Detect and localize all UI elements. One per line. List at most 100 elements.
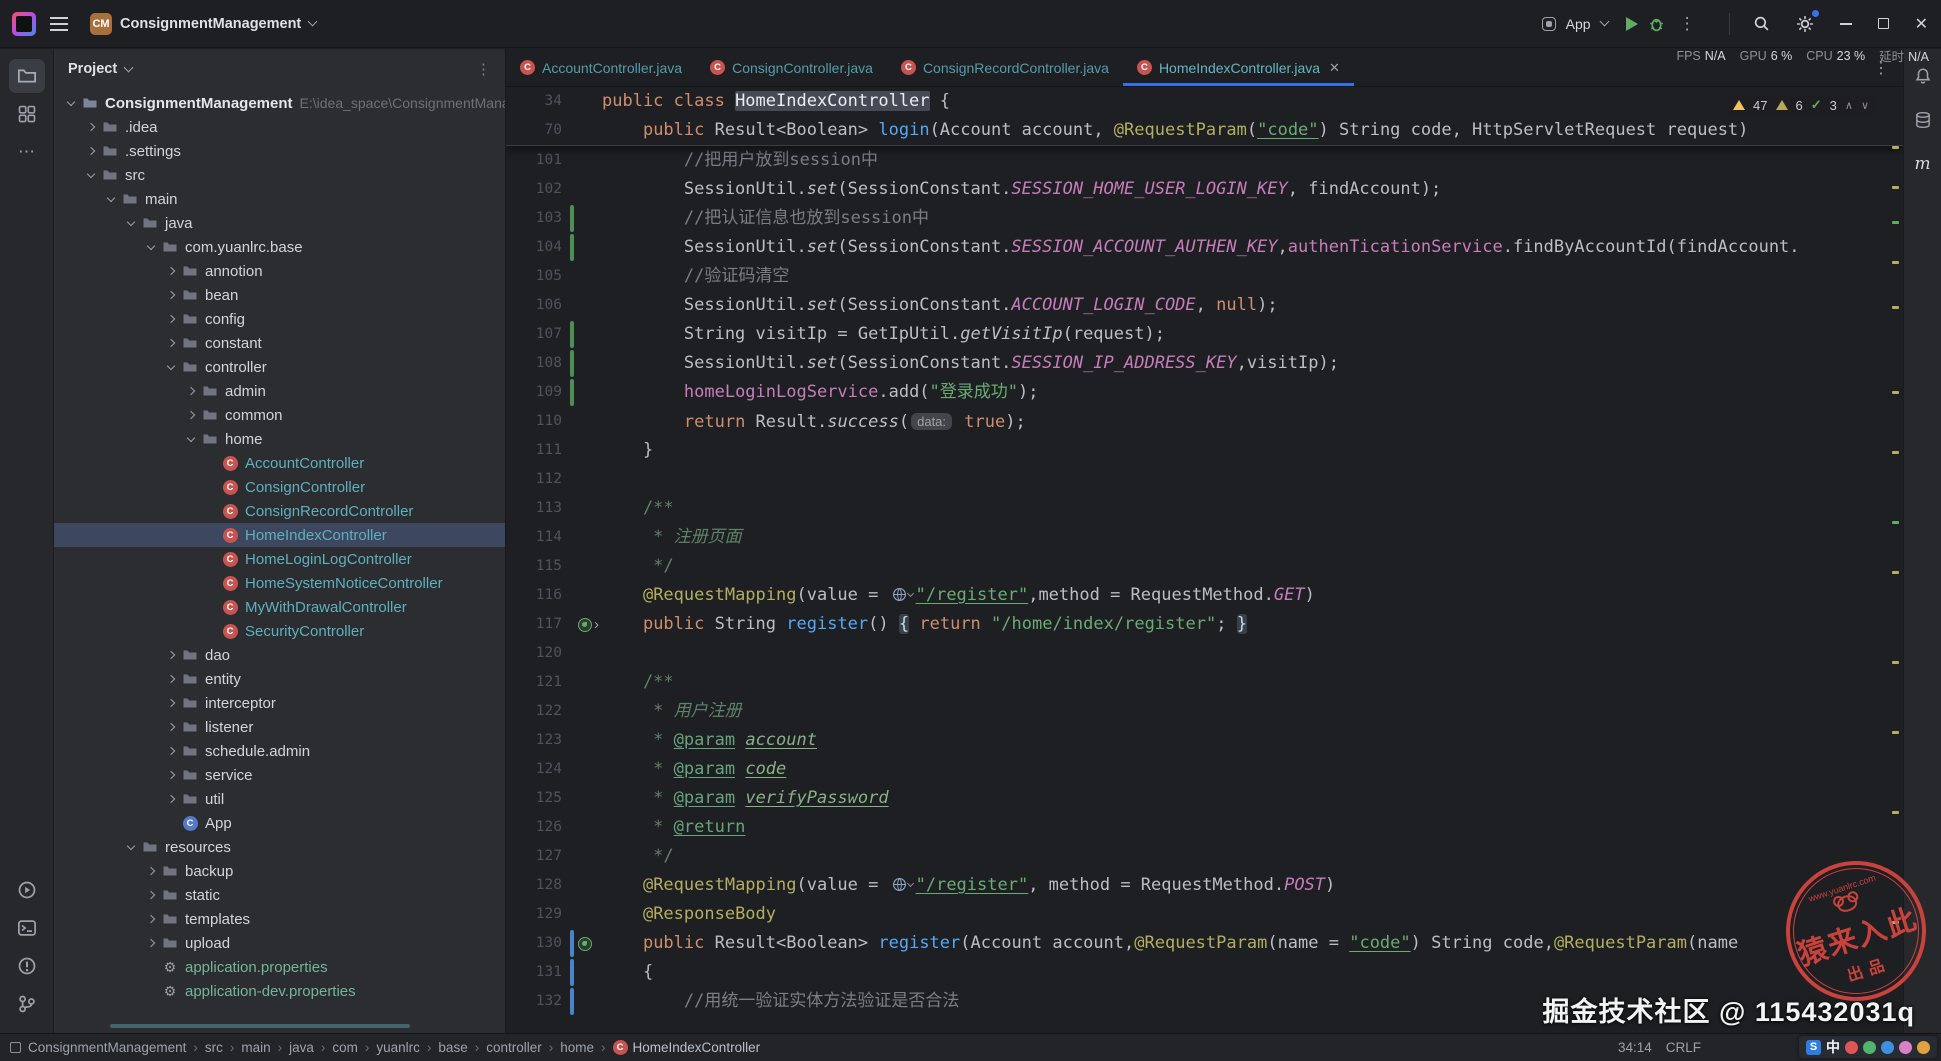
chevron-down-icon[interactable]: [122, 217, 140, 226]
project-icon[interactable]: [8, 59, 45, 93]
tree-item-controller[interactable]: controller: [54, 355, 505, 379]
chevron-down-icon[interactable]: [182, 433, 200, 442]
more-icon[interactable]: ⋯: [9, 135, 45, 169]
code-line-131[interactable]: 131 {: [506, 958, 1903, 987]
tree-item-src[interactable]: src: [54, 163, 505, 187]
tab-HomeIndexController.java[interactable]: C HomeIndexController.java ✕: [1122, 49, 1354, 86]
tree-item-home[interactable]: home: [54, 427, 505, 451]
code-line-102[interactable]: 102 SessionUtil.set(SessionConstant.SESS…: [506, 175, 1903, 204]
tab-close-icon[interactable]: ✕: [1329, 60, 1340, 76]
input-method-bar[interactable]: S 中: [1799, 1036, 1937, 1058]
line-separator-widget[interactable]: CRLF: [1666, 1040, 1701, 1055]
change-marker[interactable]: [570, 379, 574, 406]
spring-bean-icon[interactable]: [578, 936, 592, 951]
code-line-122[interactable]: 122 * 用户注册: [506, 697, 1903, 726]
tree-item-backup[interactable]: backup: [54, 859, 505, 883]
ime-tool-icon[interactable]: [1845, 1040, 1858, 1054]
next-issue-icon[interactable]: ∨: [1861, 99, 1869, 112]
settings-gear-icon[interactable]: [1783, 0, 1827, 48]
change-marker[interactable]: [570, 205, 574, 232]
chevron-right-icon[interactable]: [162, 314, 180, 324]
tree-item-HomeLoginLogController[interactable]: C HomeLoginLogController: [54, 547, 505, 571]
chevron-right-icon[interactable]: [142, 890, 160, 900]
code-line-120[interactable]: 120: [506, 639, 1903, 668]
change-marker[interactable]: [570, 350, 574, 377]
chevron-right-icon[interactable]: [162, 290, 180, 300]
breadcrumb-item[interactable]: java: [289, 1040, 314, 1055]
minimize-button[interactable]: [1827, 0, 1865, 48]
search-everywhere-button[interactable]: [1740, 0, 1783, 48]
tree-horizontal-scrollbar[interactable]: [110, 1024, 410, 1028]
chevron-right-icon[interactable]: [142, 938, 160, 948]
tree-item-interceptor[interactable]: interceptor: [54, 691, 505, 715]
breadcrumb-item[interactable]: home: [560, 1040, 594, 1055]
debug-button[interactable]: [1648, 15, 1665, 32]
run-button[interactable]: [1625, 16, 1638, 31]
chevron-right-icon[interactable]: [162, 698, 180, 708]
tree-item-main[interactable]: main: [54, 187, 505, 211]
tree-item-.idea[interactable]: .idea: [54, 115, 505, 139]
code-line-126[interactable]: 126 * @return: [506, 813, 1903, 842]
tree-item-ConsignRecordController[interactable]: C ConsignRecordController: [54, 499, 505, 523]
tree-item-MyWithDrawalController[interactable]: C MyWithDrawalController: [54, 595, 505, 619]
chevron-down-icon[interactable]: [1599, 16, 1610, 27]
tree-item-static[interactable]: static: [54, 883, 505, 907]
breadcrumb-item[interactable]: C HomeIndexController: [612, 1040, 760, 1055]
tree-item-application-dev.properties[interactable]: ⚙ application-dev.properties: [54, 979, 505, 1003]
code-line-105[interactable]: 105 //验证码清空: [506, 262, 1903, 291]
code-line-104[interactable]: 104 SessionUtil.set(SessionConstant.SESS…: [506, 233, 1903, 262]
breadcrumb-item[interactable]: controller: [486, 1040, 542, 1055]
code-line-128[interactable]: 128 @RequestMapping(value = "/register",…: [506, 871, 1903, 900]
caret-position[interactable]: 34:14: [1618, 1040, 1652, 1055]
main-menu-icon[interactable]: [50, 16, 68, 31]
code-line-112[interactable]: 112: [506, 465, 1903, 494]
change-marker[interactable]: [570, 234, 574, 261]
code-line-34[interactable]: 34 public class HomeIndexController {: [506, 87, 1903, 116]
chevron-right-icon[interactable]: [162, 794, 180, 804]
chevron-right-icon[interactable]: [162, 650, 180, 660]
tree-item-upload[interactable]: upload: [54, 931, 505, 955]
chevron-right-icon[interactable]: [162, 266, 180, 276]
code-line-127[interactable]: 127 */: [506, 842, 1903, 871]
code-line-129[interactable]: 129 @ResponseBody: [506, 900, 1903, 929]
run-config-name[interactable]: App: [1566, 16, 1591, 32]
ime-tool-icon[interactable]: [1899, 1040, 1912, 1054]
breadcrumb-item[interactable]: ConsignmentManagement: [28, 1040, 186, 1055]
version-control-icon[interactable]: [9, 987, 45, 1021]
tree-item-annotion[interactable]: annotion: [54, 259, 505, 283]
change-marker[interactable]: [570, 930, 574, 957]
ime-mode[interactable]: 中: [1826, 1037, 1840, 1057]
tree-item-admin[interactable]: admin: [54, 379, 505, 403]
chevron-down-icon[interactable]: [62, 97, 80, 106]
chevron-right-icon[interactable]: [82, 146, 100, 156]
structure-icon[interactable]: [9, 97, 45, 131]
maven-icon[interactable]: m: [1905, 147, 1941, 181]
code-line-103[interactable]: 103 //把认证信息也放到session中: [506, 204, 1903, 233]
tree-item-templates[interactable]: templates: [54, 907, 505, 931]
tree-item-config[interactable]: config: [54, 307, 505, 331]
change-marker[interactable]: [570, 959, 574, 986]
tree-item-schedule.admin[interactable]: schedule.admin: [54, 739, 505, 763]
chevron-down-icon[interactable]: [102, 193, 120, 202]
chevron-down-icon[interactable]: [82, 169, 100, 178]
code-line-109[interactable]: 109 homeLoginLogService.add("登录成功");: [506, 378, 1903, 407]
breadcrumb-item[interactable]: src: [205, 1040, 223, 1055]
chevron-right-icon[interactable]: [82, 122, 100, 132]
tree-item-HomeSystemNoticeController[interactable]: C HomeSystemNoticeController: [54, 571, 505, 595]
chevron-down-icon[interactable]: [123, 62, 134, 72]
chevron-right-icon[interactable]: [182, 386, 200, 396]
code-line-130[interactable]: 130 public Result<Boolean> register(Acco…: [506, 929, 1903, 958]
ime-tool-icon[interactable]: [1881, 1040, 1894, 1054]
code-line-107[interactable]: 107 String visitIp = GetIpUtil.getVisitI…: [506, 320, 1903, 349]
tree-item-java[interactable]: java: [54, 211, 505, 235]
code-line-113[interactable]: 113 /**: [506, 494, 1903, 523]
url-globe-icon[interactable]: [892, 587, 914, 602]
chevron-right-icon[interactable]: [162, 722, 180, 732]
tree-item-common[interactable]: common: [54, 403, 505, 427]
chevron-right-icon[interactable]: [142, 914, 160, 924]
tree-item-.settings[interactable]: .settings: [54, 139, 505, 163]
problems-icon[interactable]: [9, 949, 45, 983]
maximize-button[interactable]: [1865, 0, 1902, 48]
prev-issue-icon[interactable]: ∧: [1845, 99, 1853, 112]
chevron-right-icon[interactable]: [162, 338, 180, 348]
